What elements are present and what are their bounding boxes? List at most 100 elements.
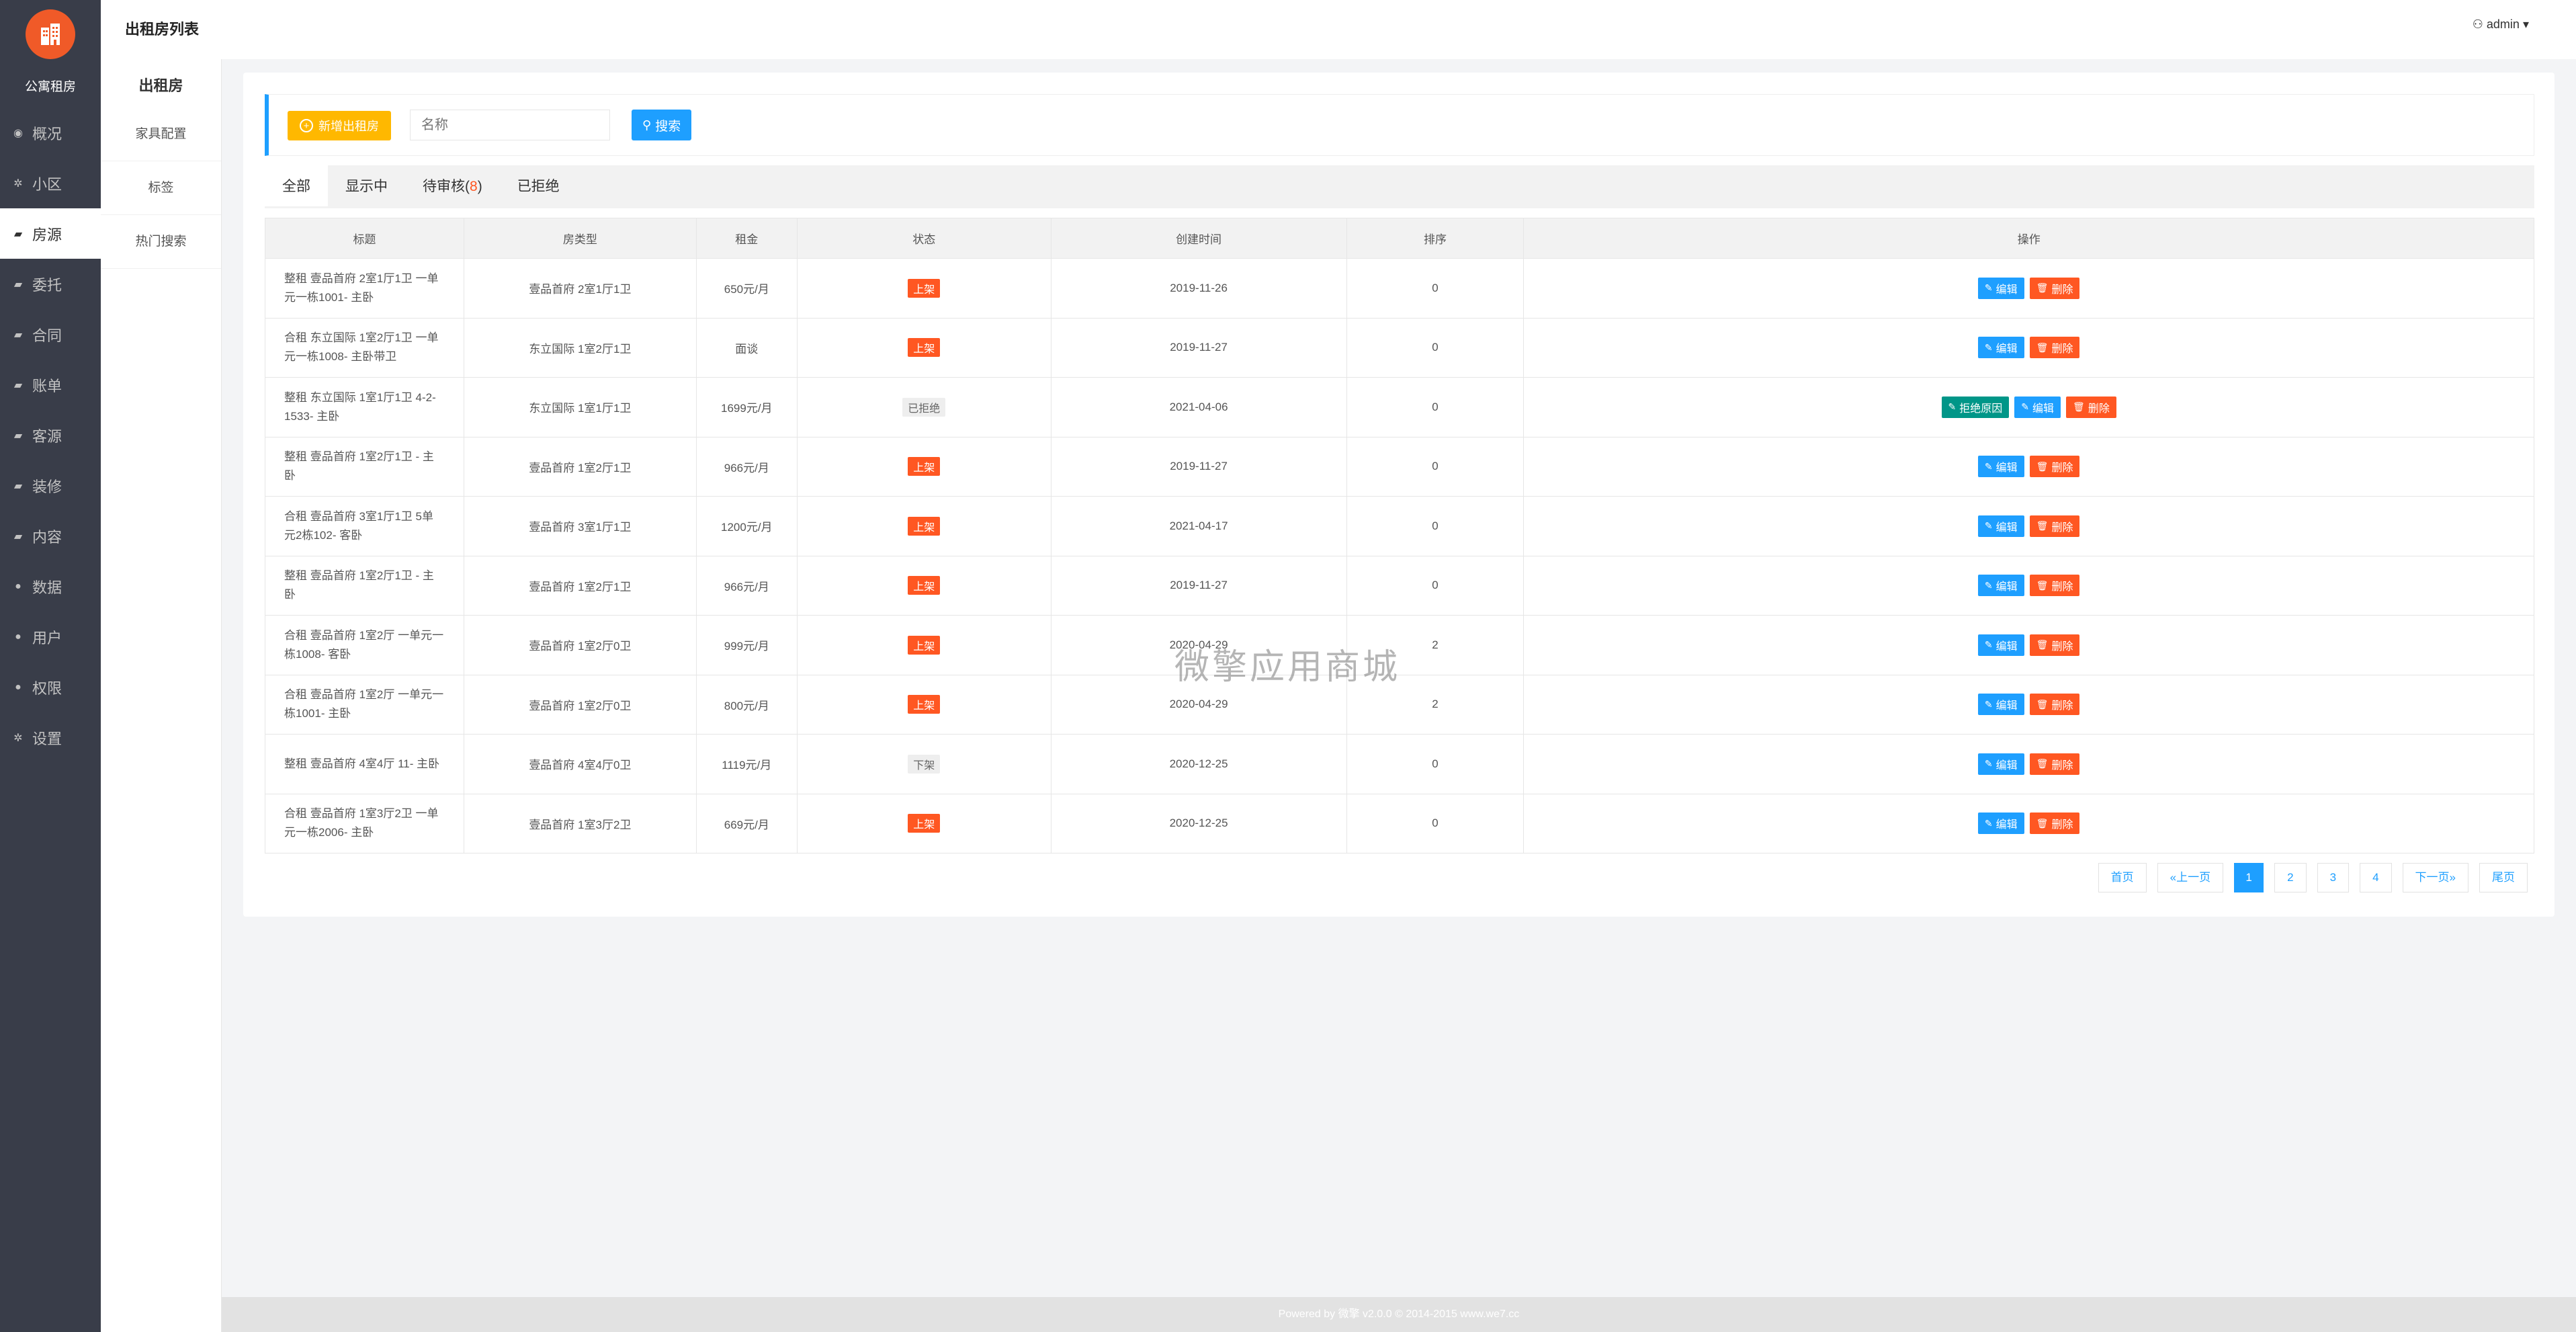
search-input[interactable] xyxy=(410,110,610,140)
sidebar-item-10[interactable]: ● 用户 xyxy=(0,612,101,662)
action-label: 编辑 xyxy=(1995,581,2018,593)
user-menu[interactable]: ⚇ admin ▾ xyxy=(2473,17,2529,32)
edit-button[interactable]: ✎ 编辑 xyxy=(1977,813,2024,835)
trash-icon: 🗑 xyxy=(2036,341,2049,353)
first-page-button[interactable]: 首页 xyxy=(2098,863,2147,892)
next-page-button[interactable]: 下一页» xyxy=(2402,863,2468,892)
pencil-icon: ✎ xyxy=(1984,639,1993,651)
edit-button[interactable]: ✎ 编辑 xyxy=(1977,456,2024,478)
sidebar: 公寓租房 ◉ 概况 ✲ 小区 ▰ 房源 ▰ 委托 ▰ 合同 ▰ 账单 ▰ 客源 ▰ 装修 ▰ 内容 ● 数据 ● 用户 ● 权… xyxy=(0,0,101,1332)
delete-button[interactable]: 🗑 删除 xyxy=(2029,575,2080,597)
sidebar-item-6[interactable]: ▰ 客源 xyxy=(0,410,101,460)
search-button[interactable]: ⚲ 搜索 xyxy=(632,110,692,140)
status-badge: 上架 xyxy=(908,695,941,714)
row-room-type: 壹品首府 1室2厅0卫 xyxy=(463,615,697,675)
row-actions: ✎ 编辑 🗑 删除 xyxy=(1523,734,2534,794)
row-sort: 0 xyxy=(1346,496,1525,556)
row-room-type: 壹品首府 1室2厅1卫 xyxy=(463,555,697,616)
toolbar: + 新增出租房 ⚲ 搜索 xyxy=(265,94,2534,156)
delete-button[interactable]: 🗑 删除 xyxy=(2066,396,2116,418)
subnav-item-2[interactable]: 热门搜索 xyxy=(101,215,221,269)
pencil-icon: ✎ xyxy=(1984,758,1993,769)
page-2-button[interactable]: 2 xyxy=(2274,863,2307,892)
sidebar-item-label: 合同 xyxy=(32,327,62,344)
search-icon: ⚲ xyxy=(642,118,652,132)
row-created-time: 2019-11-27 xyxy=(1050,555,1347,616)
row-actions: ✎ 编辑 🗑 删除 xyxy=(1523,317,2534,378)
pencil-icon: ✎ xyxy=(1984,520,1993,532)
action-label: 删除 xyxy=(2051,581,2073,593)
page-3-button[interactable]: 3 xyxy=(2317,863,2350,892)
building-logo-icon[interactable] xyxy=(26,9,75,59)
sidebar-item-12[interactable]: ✲ 设置 xyxy=(0,712,101,763)
pending-count-badge: 8 xyxy=(470,179,478,194)
row-room-type: 东立国际 1室1厅1卫 xyxy=(463,377,697,438)
last-page-button[interactable]: 尾页 xyxy=(2479,863,2528,892)
sidebar-item-5[interactable]: ▰ 账单 xyxy=(0,360,101,410)
action-label: 删除 xyxy=(2051,462,2073,474)
row-sort: 0 xyxy=(1346,377,1525,438)
pencil-icon: ✎ xyxy=(1984,698,1993,710)
sidebar-item-2[interactable]: ▰ 房源 xyxy=(0,208,101,259)
column-header: 标题 xyxy=(265,218,464,259)
column-header: 房类型 xyxy=(463,218,697,259)
action-label: 拒绝原因 xyxy=(1959,403,2003,415)
table-row: 整租 东立国际 1室1厅1卫 4-2-1533- 主卧 东立国际 1室1厅1卫 16… xyxy=(265,377,2534,438)
column-header: 创建时间 xyxy=(1050,218,1347,259)
tab-3[interactable]: 已拒绝 xyxy=(500,165,577,208)
dashboard-icon: ◉ xyxy=(13,127,23,139)
delete-button[interactable]: 🗑 删除 xyxy=(2029,456,2080,478)
sidebar-item-8[interactable]: ▰ 内容 xyxy=(0,511,101,561)
row-room-type: 壹品首府 1室2厅0卫 xyxy=(463,674,697,735)
page-4-button[interactable]: 4 xyxy=(2360,863,2392,892)
sidebar-item-1[interactable]: ✲ 小区 xyxy=(0,158,101,208)
edit-button[interactable]: ✎ 编辑 xyxy=(1977,277,2024,299)
action-label: 删除 xyxy=(2051,522,2073,534)
subnav-item-0[interactable]: 家具配置 xyxy=(101,108,221,161)
user-icon: ● xyxy=(15,580,22,592)
sidebar-item-0[interactable]: ◉ 概况 xyxy=(0,108,101,158)
tab-0[interactable]: 全部 xyxy=(265,165,328,208)
edit-button[interactable]: ✎ 编辑 xyxy=(1977,575,2024,597)
subnav-item-1[interactable]: 标签 xyxy=(101,161,221,215)
delete-button[interactable]: 🗑 删除 xyxy=(2029,515,2080,537)
edit-button[interactable]: ✎ 编辑 xyxy=(1977,694,2024,716)
status-badge: 上架 xyxy=(908,576,941,595)
prev-page-button[interactable]: «上一页 xyxy=(2157,863,2224,892)
sidebar-item-9[interactable]: ● 数据 xyxy=(0,561,101,612)
page-1-button[interactable]: 1 xyxy=(2234,863,2264,892)
edit-button[interactable]: ✎ 编辑 xyxy=(1977,753,2024,775)
reject-reason-button[interactable]: ✎ 拒绝原因 xyxy=(1941,396,2010,418)
delete-button[interactable]: 🗑 删除 xyxy=(2029,753,2080,775)
delete-button[interactable]: 🗑 删除 xyxy=(2029,813,2080,835)
row-rent: 999元/月 xyxy=(695,615,798,675)
user-name: admin xyxy=(2486,17,2520,31)
table-row: 合租 壹品首府 3室1厅1卫 5单元2栋102- 客卧 壹品首府 3室1厅1卫 12… xyxy=(265,496,2534,556)
pencil-icon: ✎ xyxy=(1984,460,1993,472)
tab-2[interactable]: 待审核(8) xyxy=(405,165,500,208)
delete-button[interactable]: 🗑 删除 xyxy=(2029,694,2080,716)
sidebar-item-4[interactable]: ▰ 合同 xyxy=(0,309,101,360)
edit-button[interactable]: ✎ 编辑 xyxy=(2014,396,2061,418)
delete-button[interactable]: 🗑 删除 xyxy=(2029,337,2080,359)
row-rent: 650元/月 xyxy=(695,258,798,319)
sidebar-item-11[interactable]: ● 权限 xyxy=(0,662,101,712)
top-header: 出租房列表 ⚇ admin ▾ xyxy=(101,0,2576,59)
tab-1[interactable]: 显示中 xyxy=(328,165,405,208)
edit-button[interactable]: ✎ 编辑 xyxy=(1977,515,2024,537)
sidebar-item-7[interactable]: ▰ 装修 xyxy=(0,460,101,511)
row-status-cell: 已拒绝 xyxy=(796,377,1051,438)
status-badge: 上架 xyxy=(908,635,941,655)
row-created-time: 2020-12-25 xyxy=(1050,793,1347,854)
trash-icon: 🗑 xyxy=(2036,758,2049,769)
delete-button[interactable]: 🗑 删除 xyxy=(2029,277,2080,299)
row-created-time: 2021-04-06 xyxy=(1050,377,1347,438)
edit-button[interactable]: ✎ 编辑 xyxy=(1977,634,2024,656)
edit-button[interactable]: ✎ 编辑 xyxy=(1977,337,2024,359)
add-rental-button[interactable]: + 新增出租房 xyxy=(288,111,391,140)
sidebar-item-3[interactable]: ▰ 委托 xyxy=(0,259,101,309)
row-created-time: 2019-11-26 xyxy=(1050,258,1347,319)
delete-button[interactable]: 🗑 删除 xyxy=(2029,634,2080,656)
row-status-cell: 上架 xyxy=(796,496,1051,556)
row-title: 整租 壹品首府 1室2厅1卫 - 主卧 xyxy=(265,436,464,497)
